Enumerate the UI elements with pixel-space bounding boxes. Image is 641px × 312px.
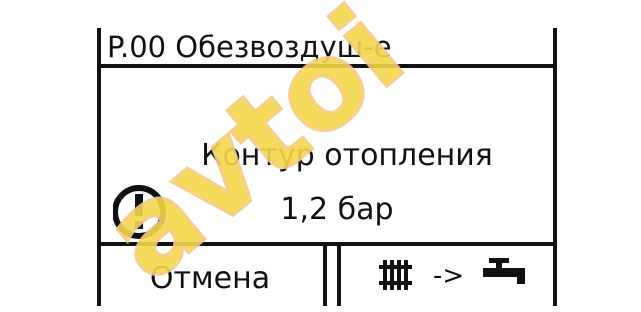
fill-softkey[interactable]: ->: [337, 246, 557, 306]
softkey-bar: Отмена ->: [97, 242, 557, 306]
status-message-title: Контур отопления: [201, 138, 493, 173]
radiator-icon: [379, 260, 412, 290]
cancel-softkey[interactable]: Отмена: [97, 246, 327, 306]
menu-title: P.00 Обезвоздуш-е: [101, 28, 553, 68]
device-display: P.00 Обезвоздуш-е Контур отопления 1,2 б…: [97, 28, 557, 306]
faucet-icon: [483, 258, 525, 284]
arrow-icon: ->: [433, 261, 464, 291]
status-message-value: 1,2 бар: [280, 192, 394, 227]
